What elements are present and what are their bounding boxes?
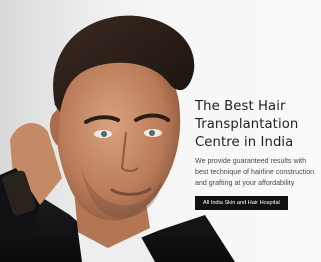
hero-banner: The Best Hair Transplantation Centre in … — [0, 0, 321, 262]
hospital-cta-button[interactable]: All India Skin and Hair Hospital — [195, 196, 288, 210]
hero-copy: The Best Hair Transplantation Centre in … — [195, 98, 321, 210]
hero-headline: The Best Hair Transplantation Centre in … — [195, 99, 299, 150]
hero-subtext: We provide guaranteed results with best … — [195, 157, 315, 187]
